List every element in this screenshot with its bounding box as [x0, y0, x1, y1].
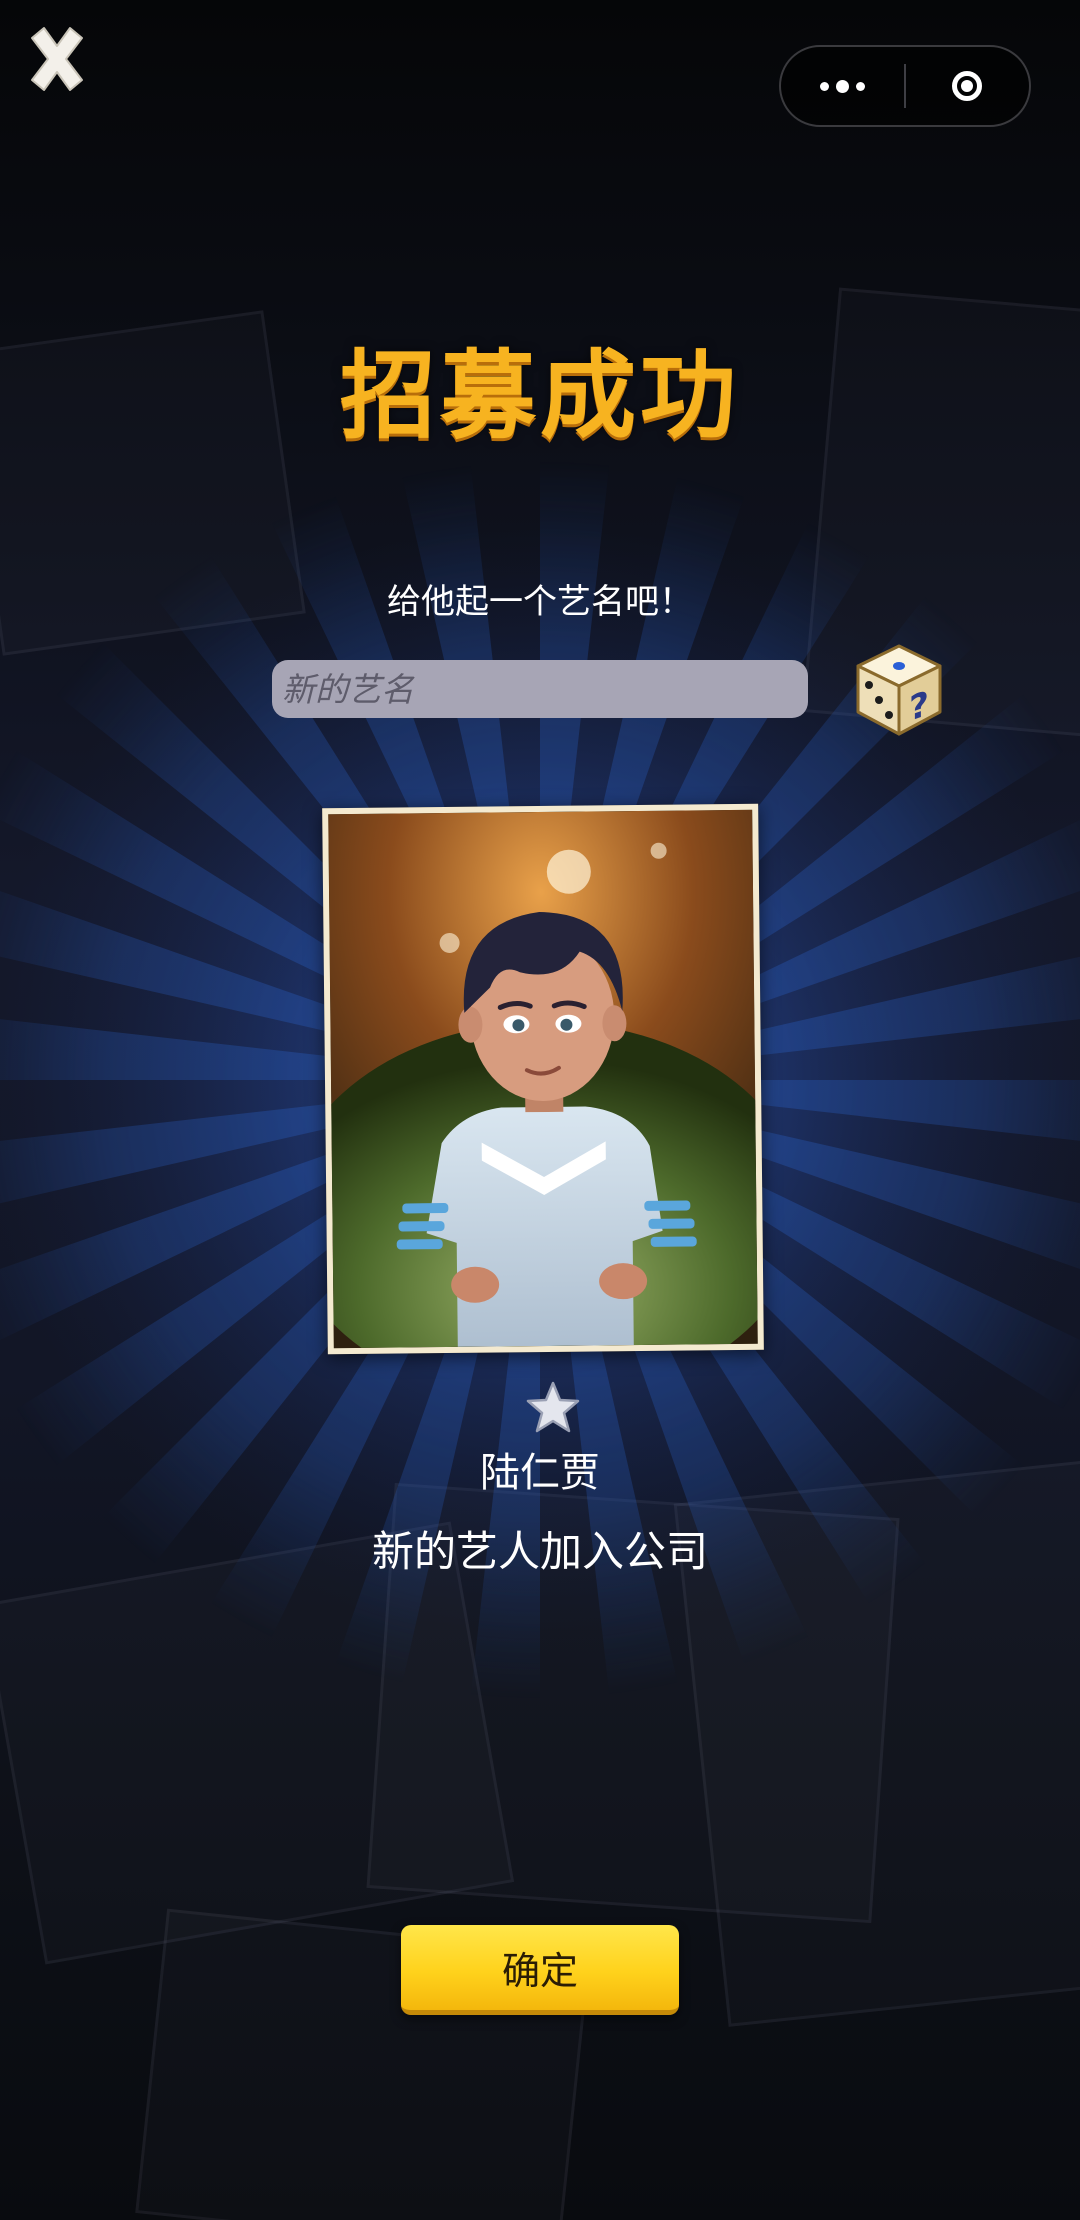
- star-rating-icon: [526, 1381, 580, 1433]
- recruit-success-screen: 招募成功 给他起一个艺名吧！ ?: [0, 0, 1080, 2220]
- target-circle-icon: [952, 71, 983, 101]
- stage-name-input[interactable]: [272, 660, 808, 718]
- random-name-button[interactable]: ?: [852, 640, 946, 740]
- miniprogram-capsule: [779, 45, 1031, 127]
- page-title: 招募成功: [340, 340, 740, 452]
- confirm-button[interactable]: 确定: [401, 1925, 679, 2015]
- more-dots-icon-right: [856, 81, 865, 91]
- more-dots-icon: [820, 81, 829, 91]
- close-x-icon: [31, 27, 83, 91]
- more-button[interactable]: [781, 47, 904, 125]
- new-artist-message: 新的艺人加入公司: [371, 1527, 708, 1576]
- artist-portrait-image: [328, 809, 758, 1349]
- svg-text:?: ?: [909, 683, 929, 730]
- exit-miniprogram-button[interactable]: [906, 47, 1029, 125]
- random-dice-icon: ?: [856, 644, 942, 736]
- artist-portrait-card: [322, 803, 764, 1355]
- close-button[interactable]: [22, 24, 92, 94]
- artist-name: 陆仁贾: [480, 1450, 600, 1496]
- naming-prompt: 给他起一个艺名吧！: [387, 582, 693, 622]
- more-dots-icon-center: [836, 79, 849, 93]
